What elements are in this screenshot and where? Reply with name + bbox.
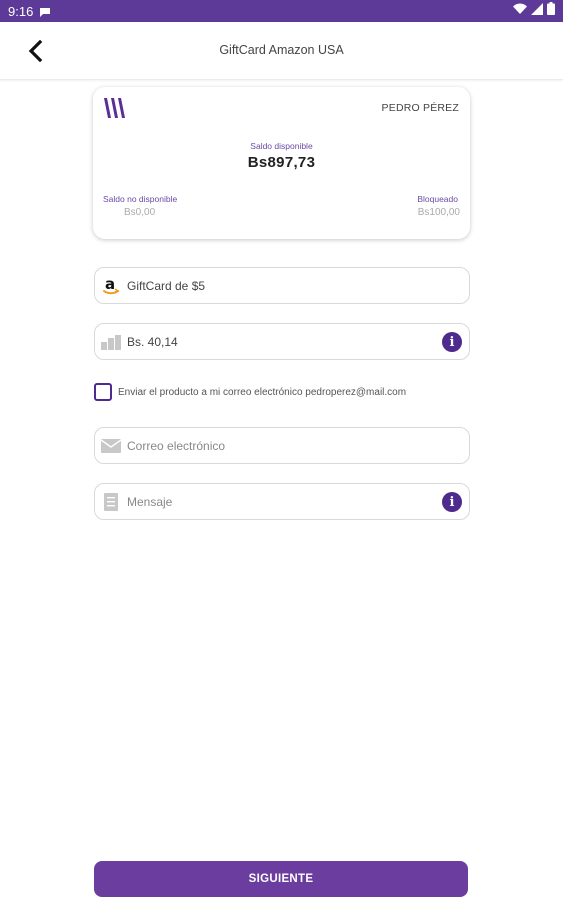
signal-icon: [531, 2, 543, 20]
amazon-icon: a: [97, 268, 125, 303]
battery-icon: [547, 2, 555, 20]
envelope-icon: [97, 428, 125, 463]
document-icon: [97, 484, 125, 519]
unavailable-balance-label: Saldo no disponible: [103, 194, 178, 204]
send-to-email-checkbox[interactable]: [94, 383, 112, 401]
balance-card: PEDRO PÉREZ Saldo disponible Bs897,73 Sa…: [93, 87, 470, 239]
status-bar: 9:16: [0, 0, 563, 22]
card-holder-name: PEDRO PÉREZ: [381, 102, 459, 114]
giftcard-select[interactable]: a GiftCard de $5: [94, 267, 470, 304]
brand-logo-icon: [103, 97, 127, 119]
wifi-icon: [513, 2, 527, 20]
money-stack-icon: [97, 324, 125, 359]
message-field[interactable]: Mensaje i: [94, 483, 470, 520]
available-balance-label: Saldo disponible: [250, 141, 313, 151]
send-to-email-option[interactable]: Enviar el producto a mi correo electróni…: [94, 383, 406, 401]
svg-text:a: a: [105, 276, 115, 293]
email-field[interactable]: Correo electrónico: [94, 427, 470, 464]
message-placeholder: Mensaje: [127, 494, 173, 509]
status-icons: [513, 2, 555, 20]
message-notification-icon: [39, 5, 51, 17]
available-balance-value: Bs897,73: [247, 154, 316, 171]
giftcard-value: GiftCard de $5: [127, 278, 206, 293]
unavailable-balance-value: Bs0,00: [124, 207, 156, 218]
blocked-balance-value: Bs100,00: [417, 207, 460, 218]
email-placeholder: Correo electrónico: [127, 438, 226, 453]
next-button[interactable]: SIGUIENTE: [94, 861, 468, 897]
page-title: GiftCard Amazon USA: [219, 43, 344, 57]
amount-info-icon[interactable]: i: [442, 332, 462, 352]
status-time: 9:16: [8, 3, 34, 19]
blocked-balance-label: Bloqueado: [417, 194, 458, 204]
send-to-email-label: Enviar el producto a mi correo electróni…: [118, 386, 407, 398]
amount-value: Bs. 40,14: [127, 334, 178, 349]
app-bar: GiftCard Amazon USA: [0, 22, 563, 80]
amount-field[interactable]: Bs. 40,14 i: [94, 323, 470, 360]
message-info-icon[interactable]: i: [442, 492, 462, 512]
